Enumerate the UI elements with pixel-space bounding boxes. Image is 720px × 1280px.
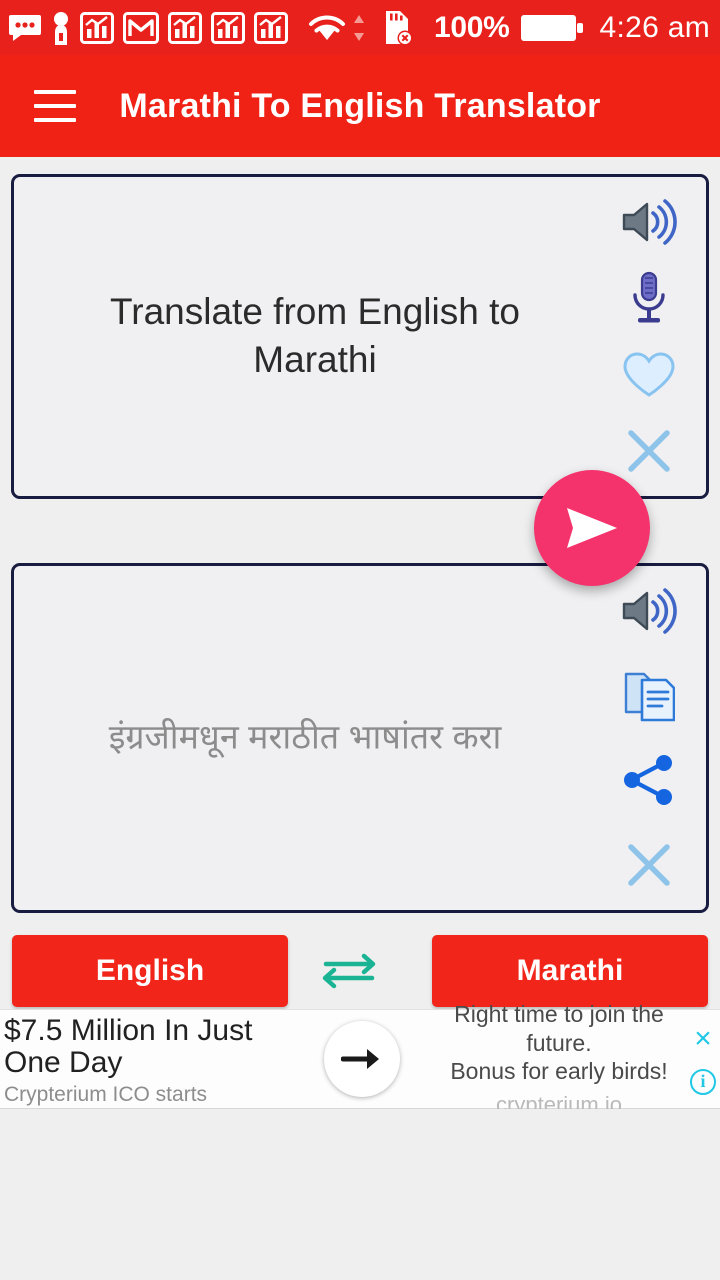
ad-arrow-container xyxy=(300,1010,424,1108)
microphone-icon[interactable] xyxy=(618,267,680,329)
wifi-icon xyxy=(307,12,347,44)
chart-app-icon-3 xyxy=(211,11,245,44)
battery-percent-label: 100% xyxy=(433,10,510,44)
ad-body-line-2: Bonus for early birds! xyxy=(450,1058,668,1085)
battery-full-icon xyxy=(520,12,584,44)
clock-label: 4:26 am xyxy=(599,10,710,44)
ad-headline: $7.5 Million In Just One Day xyxy=(4,1013,253,1079)
target-language-button[interactable]: Marathi xyxy=(431,935,708,1007)
info-icon[interactable]: i xyxy=(690,1068,716,1095)
speaker-icon[interactable] xyxy=(618,580,680,642)
status-bar-system: 100% 4:26 am xyxy=(434,11,710,45)
language-selector-bar: English Marathi xyxy=(0,933,720,1009)
source-language-button[interactable]: English xyxy=(12,935,288,1007)
app-bar: Marathi To English Translator xyxy=(0,55,720,157)
sdcard-error-icon xyxy=(381,10,413,46)
chart-app-icon-1 xyxy=(80,11,114,44)
keyguard-icon xyxy=(51,11,71,45)
source-text[interactable]: Translate from English to Marathi xyxy=(54,288,576,386)
ad-body-line-1: Right time to join the future. xyxy=(454,1000,664,1056)
heart-icon[interactable] xyxy=(618,344,680,406)
content-background xyxy=(0,1109,720,1280)
source-actions xyxy=(610,191,688,482)
close-icon[interactable] xyxy=(618,420,680,482)
app-screen: 100% 4:26 am Marathi To English Translat… xyxy=(0,0,720,1280)
send-icon xyxy=(567,508,617,548)
page-title: Marathi To English Translator xyxy=(119,86,601,125)
status-bar: 100% 4:26 am xyxy=(0,0,720,55)
translation-actions xyxy=(610,580,688,896)
translate-send-button[interactable] xyxy=(534,470,650,586)
ad-subline: Crypterium ICO starts xyxy=(4,1083,208,1107)
status-bar-notifications xyxy=(8,10,434,46)
ad-controls: × i xyxy=(688,1010,718,1108)
menu-icon[interactable] xyxy=(34,90,76,122)
ad-banner[interactable]: $7.5 Million In Just One Day Crypterium … xyxy=(0,1001,720,1117)
chart-app-icon-4 xyxy=(254,11,288,44)
translated-text-card[interactable]: इंग्रजीमधून मराठीत भाषांतर करा xyxy=(11,563,709,913)
close-icon[interactable]: × xyxy=(694,1023,712,1054)
gmail-icon xyxy=(123,11,159,44)
chart-app-icon-2 xyxy=(168,11,202,44)
translated-text: इंग्रजीमधून मराठीत भाषांतर करा xyxy=(108,718,502,757)
speaker-icon[interactable] xyxy=(618,191,680,253)
messages-icon xyxy=(8,14,42,42)
share-icon[interactable] xyxy=(618,749,680,811)
data-transfer-icon xyxy=(352,13,366,43)
copy-icon[interactable] xyxy=(618,665,680,727)
ad-body-block: Right time to join the future. Bonus for… xyxy=(424,1001,720,1117)
ad-arrow-icon[interactable] xyxy=(324,1021,400,1097)
source-text-card[interactable]: Translate from English to Marathi xyxy=(11,174,709,499)
ad-text-block: $7.5 Million In Just One Day Crypterium … xyxy=(0,1010,300,1108)
swap-languages-icon[interactable] xyxy=(309,941,389,1001)
close-icon[interactable] xyxy=(618,834,680,896)
